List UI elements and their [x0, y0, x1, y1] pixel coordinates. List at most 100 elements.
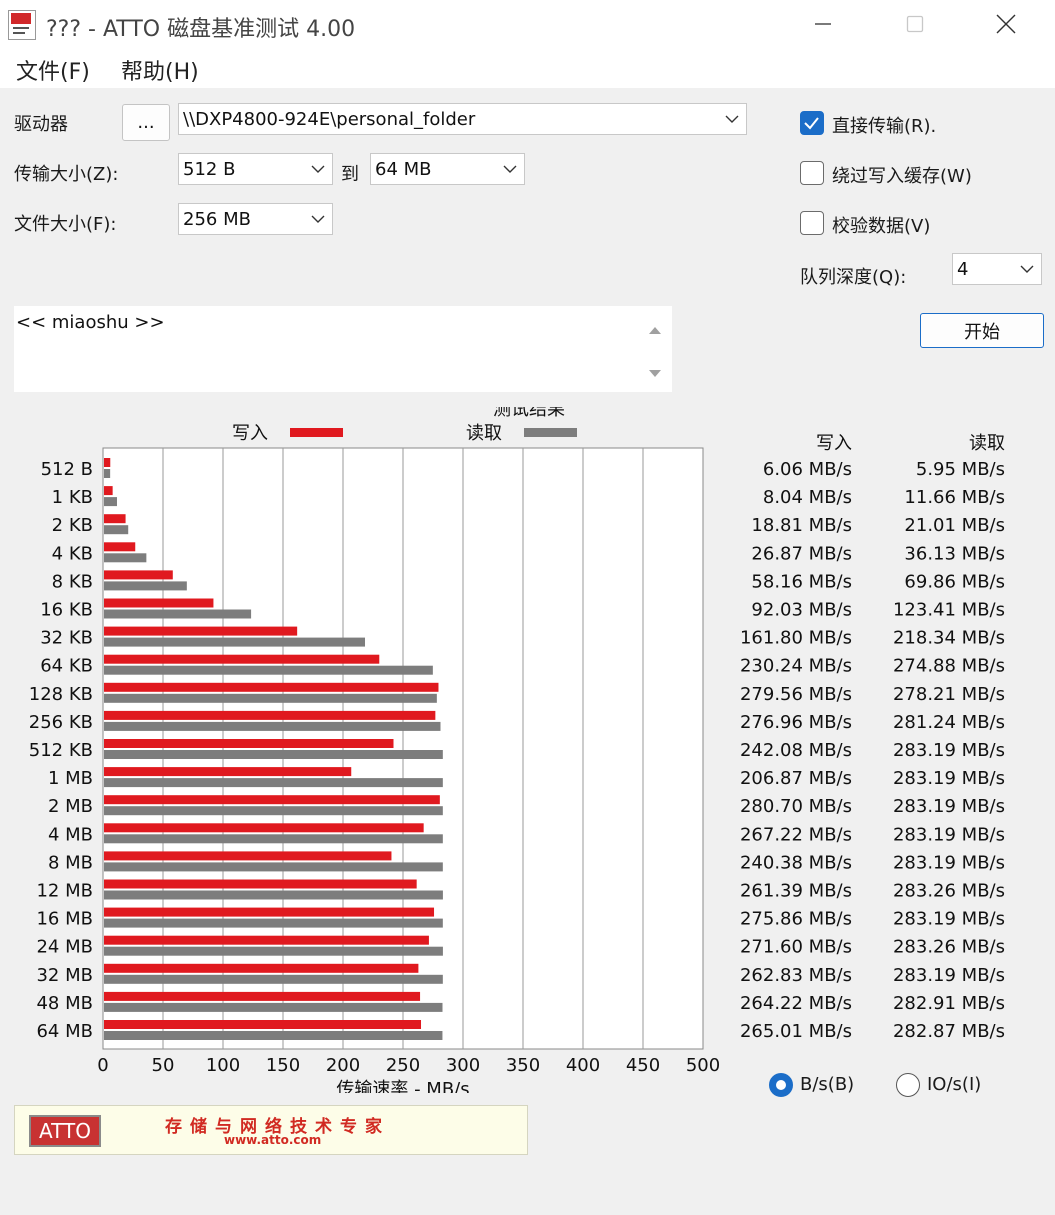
write-bar	[104, 598, 214, 608]
maximize-button[interactable]	[869, 0, 961, 48]
read-result-value: 281.24 MB/s	[893, 712, 1005, 733]
y-tick-label: 32 KB	[40, 628, 93, 649]
minimize-button[interactable]	[777, 0, 869, 48]
write-result-value: 18.81 MB/s	[751, 515, 852, 536]
read-result-value: 283.26 MB/s	[893, 937, 1005, 958]
direct-io-label[interactable]: 直接传输(R).	[832, 112, 936, 138]
read-bar	[104, 469, 111, 478]
browse-button[interactable]: ...	[122, 104, 170, 141]
x-tick-label: 50	[152, 1055, 175, 1076]
write-result-value: 26.87 MB/s	[751, 543, 852, 564]
read-result-value: 283.19 MB/s	[893, 965, 1005, 986]
y-tick-label: 8 KB	[52, 571, 93, 592]
chevron-down-icon	[1020, 265, 1034, 273]
bypass-cache-checkbox[interactable]	[800, 161, 824, 185]
file-size-select[interactable]: 256 MB	[178, 203, 333, 235]
description-text: << miaoshu >>	[16, 312, 165, 333]
x-tick-label: 250	[386, 1055, 420, 1076]
direct-io-checkbox[interactable]	[800, 111, 824, 135]
app-icon	[8, 10, 36, 40]
write-result-value: 242.08 MB/s	[740, 740, 852, 761]
x-tick-label: 500	[686, 1055, 720, 1076]
read-bar	[104, 693, 437, 703]
y-tick-label: 16 KB	[40, 600, 93, 621]
x-tick-label: 0	[97, 1055, 108, 1076]
read-results-header: 读取	[969, 433, 1005, 454]
verify-data-checkbox[interactable]	[800, 211, 824, 235]
y-tick-label: 32 MB	[36, 965, 93, 986]
read-bar	[104, 581, 187, 591]
scroll-up-icon[interactable]	[638, 314, 672, 344]
write-bar	[104, 486, 113, 496]
read-result-value: 11.66 MB/s	[904, 487, 1005, 508]
chart-title: 测试结果	[493, 407, 565, 420]
y-tick-label: 128 KB	[29, 684, 93, 705]
transfer-size-to-select[interactable]: 64 MB	[370, 153, 525, 185]
maximize-icon	[906, 15, 924, 33]
drive-select[interactable]: \\DXP4800-924E\personal_folder	[178, 103, 747, 135]
read-result-value: 21.01 MB/s	[904, 515, 1005, 536]
verify-data-label[interactable]: 校验数据(V)	[832, 212, 930, 238]
write-bar	[104, 935, 429, 945]
read-result-value: 123.41 MB/s	[893, 600, 1005, 621]
write-result-value: 271.60 MB/s	[740, 937, 852, 958]
legend-read-swatch	[524, 428, 577, 437]
banner-url[interactable]: www.atto.com	[224, 1133, 321, 1147]
read-result-value: 283.19 MB/s	[893, 796, 1005, 817]
read-bar	[104, 1031, 443, 1040]
y-tick-label: 64 KB	[40, 656, 93, 677]
io-per-sec-radio[interactable]	[896, 1073, 920, 1097]
read-result-value: 5.95 MB/s	[916, 459, 1005, 480]
bypass-cache-label[interactable]: 绕过写入缓存(W)	[832, 162, 972, 188]
results-panel: 测试结果 写入 读取 0 50 100 150 200 250 300 350 400 450 500 传输…	[13, 407, 1045, 1093]
bytes-per-sec-label[interactable]: B/s(B)	[800, 1074, 854, 1095]
write-bar	[104, 795, 440, 805]
description-scrollbar[interactable]	[638, 306, 672, 392]
transfer-size-from-select[interactable]: 512 B	[178, 153, 333, 185]
y-tick-label: 4 MB	[48, 824, 93, 845]
menu-file[interactable]: 文件(F)	[16, 54, 90, 86]
bytes-per-sec-radio[interactable]	[769, 1073, 793, 1097]
read-result-value: 278.21 MB/s	[893, 684, 1005, 705]
read-bar	[104, 750, 443, 759]
write-bar	[104, 542, 136, 552]
queue-depth-label: 队列深度(Q):	[800, 267, 907, 288]
x-tick-label: 350	[506, 1055, 540, 1076]
write-bar	[104, 963, 419, 973]
x-axis-label: 传输速率 - MB/s	[336, 1079, 469, 1093]
x-tick-label: 200	[326, 1055, 360, 1076]
transfer-size-from-value: 512 B	[183, 158, 236, 180]
drive-label: 驱动器	[14, 114, 68, 135]
write-result-value: 161.80 MB/s	[740, 628, 852, 649]
y-tick-label: 4 KB	[52, 543, 93, 564]
chevron-down-icon	[311, 165, 325, 173]
write-result-value: 6.06 MB/s	[763, 459, 852, 480]
close-button[interactable]	[960, 0, 1052, 48]
chevron-down-icon	[503, 165, 517, 173]
read-bar	[104, 862, 443, 872]
start-button[interactable]: 开始	[920, 313, 1044, 348]
menu-help[interactable]: 帮助(H)	[121, 54, 199, 86]
write-bar	[104, 654, 380, 664]
write-result-value: 262.83 MB/s	[740, 965, 852, 986]
write-bar	[104, 991, 421, 1001]
io-per-sec-label[interactable]: IO/s(I)	[927, 1074, 981, 1095]
write-bar	[104, 823, 424, 833]
read-result-value: 283.19 MB/s	[893, 824, 1005, 845]
drive-select-value: \\DXP4800-924E\personal_folder	[183, 108, 476, 130]
write-result-value: 264.22 MB/s	[740, 993, 852, 1014]
write-bar	[104, 626, 298, 636]
read-result-value: 36.13 MB/s	[904, 543, 1005, 564]
queue-depth-select[interactable]: 4	[952, 253, 1042, 285]
legend-read-label: 读取	[466, 423, 502, 444]
x-tick-label: 150	[266, 1055, 300, 1076]
chevron-down-icon	[311, 215, 325, 223]
scroll-down-icon[interactable]	[638, 360, 672, 390]
y-tick-label: 1 MB	[48, 768, 93, 789]
read-bar	[104, 721, 441, 731]
x-tick-label: 100	[206, 1055, 240, 1076]
file-size-label: 文件大小(F):	[14, 214, 117, 235]
checkmark-icon	[804, 117, 819, 130]
write-bar	[104, 458, 111, 467]
y-tick-label: 1 KB	[52, 487, 93, 508]
